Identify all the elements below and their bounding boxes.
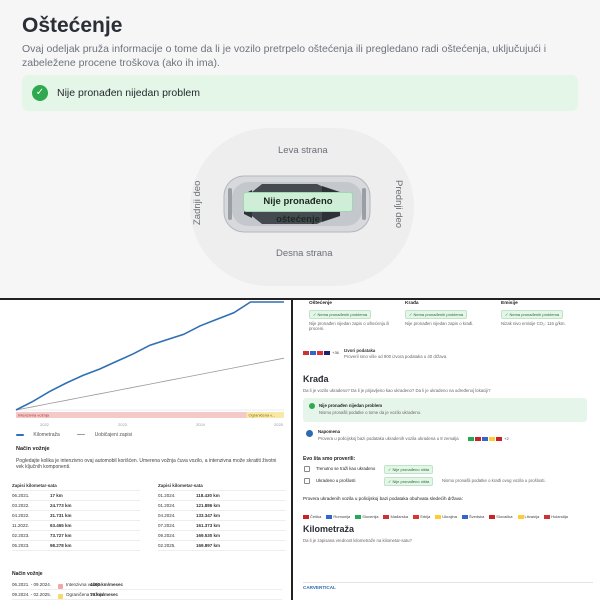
theft-ok-title: Nije pronađen nijedan problem [319,403,383,408]
country-item: Rumunija [326,514,350,519]
mileage-title: Kilometraža [303,524,355,534]
card-text: Nije pronađen nijedan zapis o oštećenju … [309,321,390,331]
sources-row: +36 [303,350,339,355]
checks-note: Nismo pronašli podatke o krađi ovog vozi… [442,478,546,483]
list-item: 09.2024. - 02.2025. Ograničena vožnja 73 k… [12,590,282,600]
country-item: Holandija [544,514,568,519]
theft-status-box: Nije pronađen nijedan problem Nismo pron… [303,398,587,422]
theft-flags: +2 [468,436,509,441]
damage-status-chip: Nije pronađeno oštećenje [243,192,353,225]
driving-heading: Način vožnje [16,446,50,452]
footer-divider [303,582,593,583]
sources-text: Proveril smo više od 900 izvora podataka… [344,354,447,359]
table-row: 07.2024. 161.373 km [158,521,286,531]
chart-legend: Kilometraža Uobičajeni zapisi [16,432,148,438]
table-row: 04.2024. 133.347 km [158,511,286,521]
series-mileage-line [15,301,284,411]
check-icon: ✓ [32,85,48,101]
card-text: Nije pronađen nijedan zapis o krađi. [405,321,474,326]
table-row: 11.2022. 63.465 km [12,521,140,531]
theft-reminder-text: Provera u policijskoj bazi podataka ukra… [318,436,459,441]
odometer-table-left: Zapisi kilometar-sata 06.2021. 17 km 03.20… [12,481,140,551]
countries-list: Češka Rumunija Slovenija Mađarska Srbija Ukra… [303,505,593,523]
driving-mode-list: 06.2021. - 09.2024. Intenzivna vožnja 4490… [12,580,282,600]
card-title: Krađa [405,301,419,306]
country-item: Švedska [461,514,484,519]
driving-text: Pogledajte kolika je intenzivno ovaj aut… [16,458,277,470]
check-label: Trenutno se traži kao ukradeno [316,466,376,471]
country-item: Ukrajina [435,514,457,519]
mileage-question: Da li je zapisana vrednost kilometraže n… [303,538,412,543]
check-badge: ✓ Nije pronađeno ništa [384,465,434,474]
table-header: Zapisi kilometar-sata [12,481,140,491]
country-item: Slovačka [489,514,513,519]
car-left-side-label: Leva strana [278,145,328,156]
list-item: 06.2021. - 09.2024. Intenzivna vožnja 4490… [12,580,282,590]
theft-reminder-title: Napomena [318,429,340,434]
card-badge: ✓ Nema pronađenih problema [405,310,468,319]
legend-mileage: Kilometraža [16,432,68,438]
country-item: Češka [303,514,321,519]
car-front-label: Prednji deo [393,180,404,229]
odometer-table-right: Zapisi kilometar-sata 01.2024. 118.430 km… [158,481,286,551]
table-row: 09.2024. 169.530 km [158,531,286,541]
countries-title: Provera ukradenih vozila u policijskoj b… [303,496,463,501]
table-row: 05.2023. 98.278 km [12,541,140,551]
country-item: Mađarska [383,514,408,519]
table-row: 01.2024. 118.430 km [158,491,286,501]
table-row: 03.2022. 24.773 km [12,501,140,511]
table-row: 01.2024. 121.886 km [158,501,286,511]
x-tick-label: 2022 [40,422,50,427]
country-item: Srbija [413,514,430,519]
country-item: Slovenija [355,514,378,519]
car-icon [304,478,310,484]
theft-question: Da li je vozilo ukradeno? Da li je prija… [303,388,491,393]
status-banner: ✓ Nije pronađen nijedan problem [22,75,578,111]
theft-title: Krađa [303,374,329,384]
car-rear-label: Zadnji deo [192,180,203,225]
flags-more: +2 [504,436,509,441]
page-title: Oštećenje [22,14,123,37]
damage-section: Oštećenje Ovaj odeljak pruža informacije… [0,0,600,298]
band-intensive [16,412,247,418]
section-description: Ovaj odeljak pruža informacije o tome da… [22,43,547,69]
band-limited-label: Ograničena v... [248,413,275,418]
car-right-side-label: Desna strana [276,248,333,259]
screenshot-root: Oštećenje Ovaj odeljak pruža informacije… [0,0,600,600]
series-typical-line [15,357,285,411]
card-text: Nizak nivo emisije CO₂: 116 g/km. [501,321,566,326]
table-row: 02.2025. 169.897 km [158,541,286,551]
sources-title: Izvori podataka [344,348,376,353]
mileage-chart: Intenzivna vožnja Ograničena v... 2022 20… [15,301,285,427]
table-header: Zapisi kilometar-sata [158,481,286,491]
country-item: Litvanija [517,514,539,519]
theft-ok-text: Nismo pronašli podatke o tome da je vozi… [319,410,422,415]
car-icon [304,466,310,472]
footer-logo: CARVERTICAL [303,585,336,590]
checks-title: Evo šta smo proverili: [303,456,356,462]
table-row: 04.2022. 31.731 km [12,511,140,521]
x-axis-ticks: 2022 2023 2024 2025 [40,422,284,427]
card-badge: ✓ Nema pronađenih problema [309,310,372,319]
card-badge: ✓ Nema pronađenih problema [501,310,564,319]
check-badge: ✓ Nije pronađeno ništa [384,477,434,486]
x-tick-label: 2025 [274,422,284,427]
check-label: Ukradeno u prošlosti [316,478,356,483]
check-icon [309,403,315,409]
report-panel [293,300,600,600]
driving-mode-heading: Način vožnje [12,571,43,577]
card-title: Oštećenje [309,301,332,306]
sources-count: +36 [332,350,339,355]
band-intensive-label: Intenzivna vožnja [18,413,50,418]
table-row: 02.2023. 73.727 km [12,531,140,541]
legend-typical: Uobičajeni zapisi [77,432,140,438]
table-row: 06.2021. 17 km [12,491,140,501]
card-title: Emisije [501,301,518,306]
banner-text: Nije pronađen nijedan problem [57,87,201,99]
x-tick-label: 2023 [118,422,128,427]
x-tick-label: 2024 [196,422,206,427]
info-icon [306,430,313,437]
